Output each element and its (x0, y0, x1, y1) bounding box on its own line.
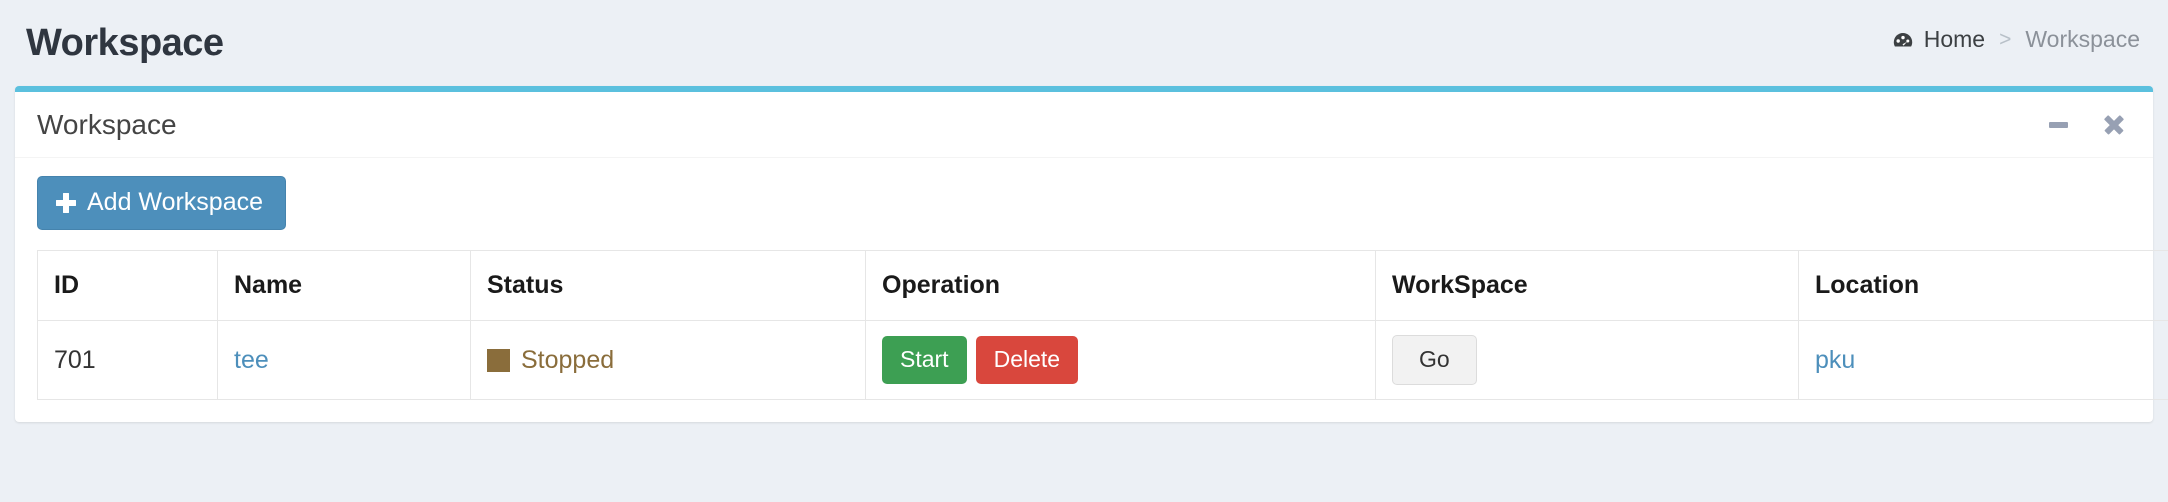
delete-button[interactable]: Delete (975, 336, 1079, 384)
cell-id: 701 (37, 320, 218, 400)
breadcrumb-separator: > (1999, 27, 2012, 51)
cell-operation: Start Delete (865, 320, 1376, 400)
column-header-location: Location (1798, 250, 2168, 321)
breadcrumb-home-label: Home (1923, 26, 1986, 52)
minus-icon (2048, 122, 2068, 128)
cell-workspace: Go (1375, 320, 1799, 400)
status-swatch-icon (487, 348, 510, 372)
workspace-table: ID Name Status Operation WorkSpace Locat… (37, 250, 2168, 400)
cell-status: Stopped (470, 320, 866, 400)
location-link[interactable]: pku (1815, 346, 1855, 374)
close-icon (2103, 114, 2125, 136)
workspace-go-button[interactable]: Go (1392, 335, 1477, 385)
table-header-row: ID Name Status Operation WorkSpace Locat… (37, 250, 2168, 321)
add-workspace-button[interactable]: Add Workspace (37, 176, 287, 230)
panel-tools (2045, 92, 2127, 158)
operation-buttons: Start Delete (882, 336, 1359, 384)
workspace-name-link[interactable]: tee (234, 346, 269, 374)
panel-title: Workspace (37, 108, 177, 140)
close-button[interactable] (2101, 112, 2127, 138)
breadcrumb-active: Workspace (2025, 26, 2140, 52)
dashboard-icon (1891, 29, 1915, 53)
table-header: ID Name Status Operation WorkSpace Locat… (37, 250, 2168, 321)
status-badge: Stopped (487, 346, 849, 375)
column-header-name: Name (217, 250, 471, 321)
cell-location: pku (1798, 320, 2168, 400)
content-wrapper: Workspace Add Workspace ID Name Status O… (0, 86, 2168, 422)
table-row: 701 tee Stopped Start Delete Go pku (37, 320, 2168, 400)
minimize-button[interactable] (2045, 112, 2071, 138)
column-header-status: Status (470, 250, 866, 321)
cell-name: tee (217, 320, 471, 400)
add-workspace-label: Add Workspace (87, 188, 264, 216)
table-body: 701 tee Stopped Start Delete Go pku (37, 320, 2168, 400)
panel-header: Workspace (15, 92, 2153, 158)
breadcrumb-home-link[interactable]: Home (1891, 26, 1985, 53)
start-button[interactable]: Start (882, 336, 967, 384)
content-header: Workspace Home > Workspace (0, 0, 2168, 86)
column-header-operation: Operation (865, 250, 1376, 321)
plus-icon (56, 192, 76, 213)
page-title: Workspace (26, 22, 224, 64)
breadcrumb: Home > Workspace (1891, 26, 2140, 53)
column-header-id: ID (37, 250, 218, 321)
workspace-panel: Workspace Add Workspace ID Name Status O… (15, 86, 2168, 422)
status-label: Stopped (521, 345, 615, 374)
column-header-workspace: WorkSpace (1375, 250, 1799, 321)
panel-body: Add Workspace ID Name Status Operation W… (15, 158, 2168, 422)
